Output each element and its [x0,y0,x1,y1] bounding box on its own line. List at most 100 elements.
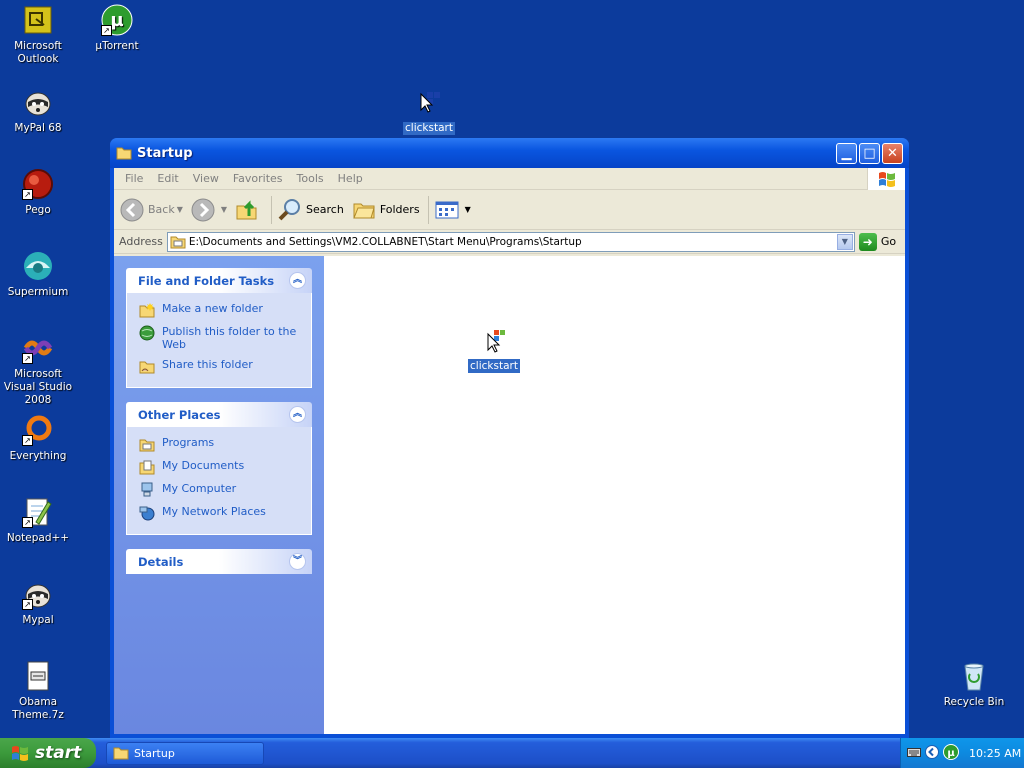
panel-body: Make a new folder Publish this folder to… [126,293,312,388]
desktop-icon-recycle-bin[interactable]: Recycle Bin [934,660,1014,709]
file-item-clickstart[interactable]: clickstart [468,326,520,373]
collapse-chevron-icon[interactable]: ︽ [289,406,306,423]
windows-flag-icon [12,746,28,761]
panel-title: Details [138,554,184,569]
explorer-window: Startup ▁ □ ✕ File Edit View Favorites T… [110,138,909,738]
start-label: start [35,743,82,763]
go-button[interactable]: ➜ Go [858,232,897,251]
menu-help[interactable]: Help [331,172,370,185]
back-label: Back [148,203,175,216]
taskbar-item-startup[interactable]: Startup [106,741,264,765]
task-share-folder[interactable]: Share this folder [139,358,301,374]
system-tray: µ 10:25 AM [900,738,1024,768]
desktop-icon-mypal[interactable]: ↗ Mypal [0,578,78,627]
place-my-documents[interactable]: My Documents [139,459,301,475]
start-button[interactable]: start [0,738,96,768]
programs-folder-icon [139,439,155,452]
menu-tools[interactable]: Tools [290,172,331,185]
panel-header[interactable]: Details ︾ [126,549,312,574]
desktop-icon-label: Notepad++ [6,532,70,544]
desktop-icon-outlook[interactable]: Microsoft Outlook [0,4,78,66]
views-button[interactable]: ▼ [435,200,471,220]
archive-icon [22,660,54,692]
menu-favorites[interactable]: Favorites [226,172,290,185]
search-button[interactable]: Search [278,198,344,222]
desktop-icon-obama-theme[interactable]: Obama Theme.7z [0,660,78,722]
task-label: Share this folder [162,358,253,371]
desktop-icon-label: clickstart [403,122,455,135]
recycle-bin-icon [958,660,990,692]
desktop-icon-utorrent[interactable]: µ ↗ µTorrent [77,4,157,53]
svg-text:µ: µ [947,748,955,759]
expand-chevron-icon[interactable]: ︾ [289,553,306,570]
task-label: Make a new folder [162,302,263,315]
toolbar-separator [271,195,273,224]
network-places-icon [139,506,155,521]
address-value: E:\Documents and Settings\VM2.COLLABNET\… [188,235,582,248]
mypal-icon: ↗ [22,578,54,610]
other-places-panel: Other Places ︽ Programs My Documents My … [126,402,312,535]
menu-edit[interactable]: Edit [150,172,185,185]
up-folder-button[interactable] [235,198,263,222]
folders-button[interactable]: Folders [352,198,420,222]
window-titlebar[interactable]: Startup ▁ □ ✕ [110,138,909,168]
desktop-icon-clickstart[interactable]: clickstart [389,86,469,135]
task-make-new-folder[interactable]: Make a new folder [139,302,301,318]
forward-arrow-icon [191,198,215,221]
back-button[interactable]: Back ▼ [120,198,183,222]
place-my-network-places[interactable]: My Network Places [139,505,301,521]
place-programs[interactable]: Programs [139,436,301,452]
supermium-icon [22,250,54,282]
desktop-icon-notepadpp[interactable]: ↗ Notepad++ [0,496,78,545]
minimize-button[interactable]: ▁ [836,142,857,164]
shortcut-arrow-icon: ↗ [22,189,33,200]
desktop-icon-label: Microsoft Visual Studio 2008 [3,368,73,406]
utorrent-icon: µ ↗ [101,4,133,36]
search-icon [278,198,301,220]
task-publish-folder[interactable]: Publish this folder to the Web [139,325,301,351]
shortcut-arrow-icon: ↗ [22,353,33,364]
address-dropdown-button[interactable]: ▼ [836,233,853,250]
close-button[interactable]: ✕ [882,142,903,164]
window-client: File Edit View Favorites Tools Help Back… [114,168,905,734]
task-label: Publish this folder to the Web [162,325,297,351]
desktop-icon-pego[interactable]: ↗ Pego [0,168,78,217]
menu-file[interactable]: File [118,172,150,185]
desktop-icon-visual-studio[interactable]: ↗ Microsoft Visual Studio 2008 [0,332,78,407]
panel-header[interactable]: File and Folder Tasks ︽ [126,268,312,293]
folder-content-view[interactable]: clickstart [324,256,905,734]
panel-title: Other Places [138,407,221,422]
taskbar: start Startup µ 10:25 AM [0,738,1024,768]
tray-expand-icon[interactable] [925,744,939,762]
window-title: Startup [137,145,193,161]
desktop-icon-label: µTorrent [95,40,139,52]
desktop-icon-supermium[interactable]: Supermium [0,250,78,299]
desktop-icon-label: Everything [9,450,67,462]
svg-text:µ: µ [110,10,123,31]
chevron-down-icon: ▼ [220,205,228,214]
minimize-icon: ▁ [841,145,852,161]
place-label: My Documents [162,459,245,472]
go-arrow-icon: ➜ [858,232,877,251]
panel-header[interactable]: Other Places ︽ [126,402,312,427]
mypal-icon [22,86,54,118]
keyboard-icon[interactable] [907,746,921,761]
visual-studio-icon: ↗ [22,332,54,364]
new-folder-icon [139,303,155,318]
share-folder-icon [139,361,155,374]
desktop-icon-everything[interactable]: ↗ Everything [0,414,78,463]
task-pane: File and Folder Tasks ︽ Make a new folde… [114,256,324,734]
chevron-down-icon: ▼ [464,205,471,214]
go-label: Go [880,235,897,248]
chevron-down-icon: ▼ [841,236,848,246]
forward-button[interactable]: ▼ [191,198,227,222]
folder-icon [170,236,186,248]
maximize-button[interactable]: □ [859,142,880,164]
place-my-computer[interactable]: My Computer [139,482,301,498]
address-input[interactable]: E:\Documents and Settings\VM2.COLLABNET\… [166,231,855,252]
menu-view[interactable]: View [186,172,226,185]
desktop-icon-mypal-68[interactable]: MyPal 68 [0,86,78,135]
collapse-chevron-icon[interactable]: ︽ [289,272,306,289]
pego-icon: ↗ [22,168,54,200]
utorrent-tray-icon[interactable]: µ [943,743,959,763]
